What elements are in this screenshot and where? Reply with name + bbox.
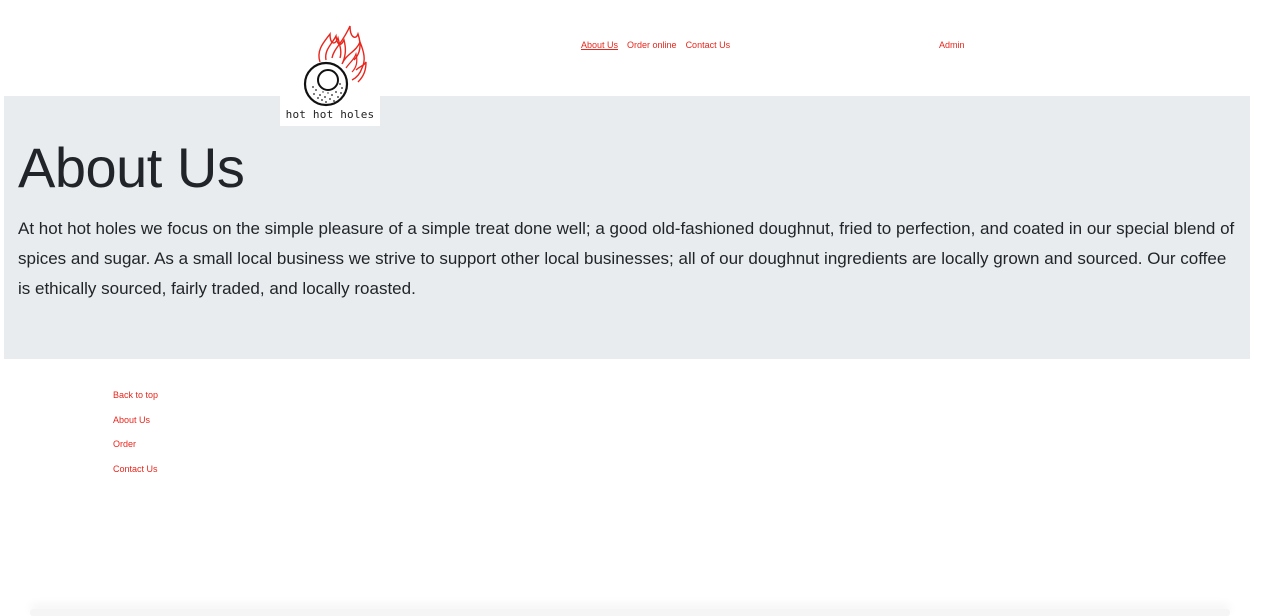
footer-item: About Us [113,415,158,440]
nav-order-online[interactable]: Order online [627,40,677,50]
main-nav: About Us Order online Contact Us [581,40,730,50]
page: hot hot holes About Us Order online Cont… [0,0,1266,616]
logo-link[interactable]: hot hot holes [280,22,380,126]
nav-admin[interactable]: Admin [939,40,965,50]
footer-about-us[interactable]: About Us [113,415,150,425]
site-header: hot hot holes About Us Order online Cont… [0,0,1266,126]
page-title: About Us [18,136,245,199]
footer-order[interactable]: Order [113,439,136,449]
logo-text: hot hot holes [285,108,375,121]
footer-links: Back to top About Us Order Contact Us [113,390,158,488]
footer-contact-us[interactable]: Contact Us [113,464,158,474]
nav-about-us[interactable]: About Us [581,40,618,50]
flaming-doughnut-icon [303,25,367,107]
footer-divider [30,609,1230,616]
footer-item: Order [113,439,158,464]
footer-back-to-top[interactable]: Back to top [113,390,158,400]
footer-item: Back to top [113,390,158,415]
nav-contact-us[interactable]: Contact Us [686,40,731,50]
footer-item: Contact Us [113,464,158,489]
about-description: At hot hot holes we focus on the simple … [18,219,1235,298]
about-hero: About Us At hot hot holes we focus on th… [4,96,1250,359]
